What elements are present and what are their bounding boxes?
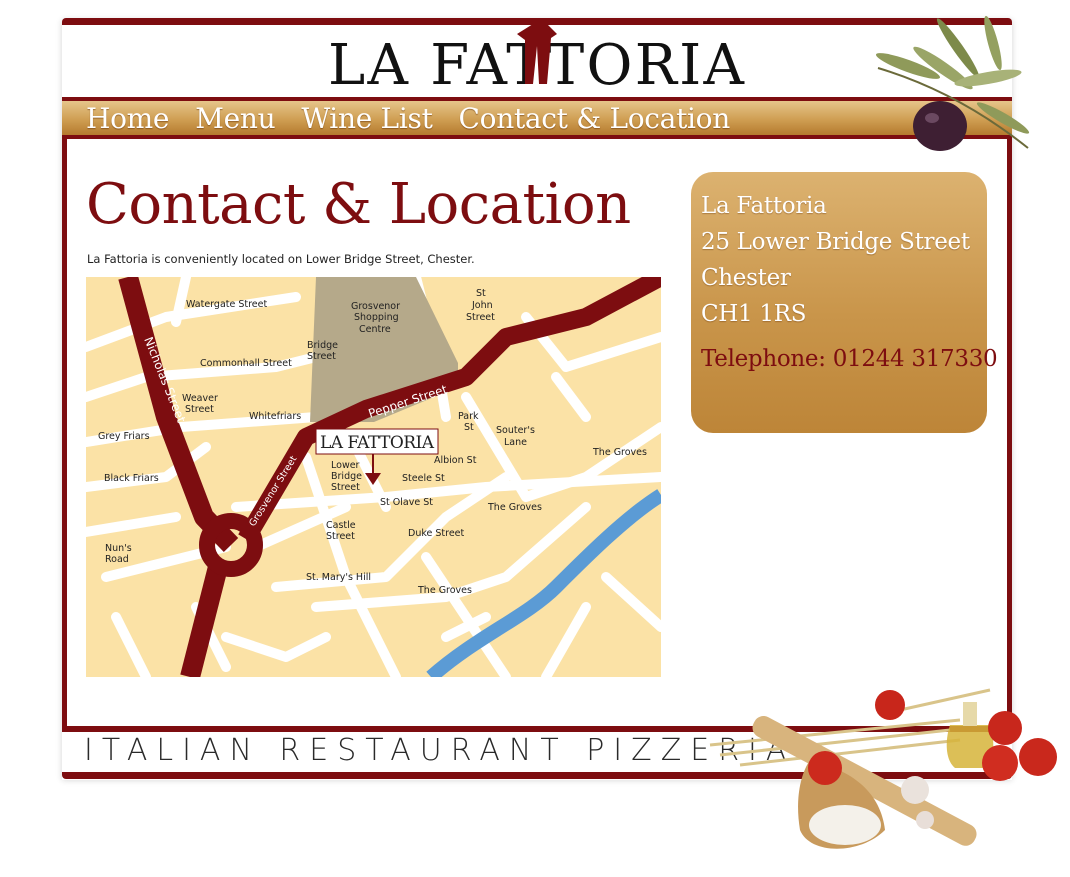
map-label-st-john-2: John — [471, 300, 493, 311]
garlic-icon — [901, 776, 929, 804]
address-city: Chester — [701, 265, 791, 291]
address-name: La Fattoria — [701, 193, 827, 219]
map-label-weaver-1: Weaver — [182, 393, 218, 404]
map-label-bridge-2: Street — [307, 351, 336, 362]
map-label-castle-2: Street — [326, 531, 355, 542]
address-postcode: CH1 1RS — [701, 301, 807, 327]
map-label-lower-bridge-2: Bridge — [331, 471, 362, 482]
map-label-lower-bridge-3: Street — [331, 482, 360, 493]
page-title: Contact & Location — [86, 172, 631, 237]
map-label-lower-bridge-1: Lower — [331, 460, 360, 471]
map-label-nuns-2: Road — [105, 554, 129, 565]
map-label-nuns-1: Nun's — [105, 543, 132, 554]
map-label-castle-1: Castle — [326, 520, 356, 531]
nav-home[interactable]: Home — [86, 102, 170, 135]
map-label-st-john-3: Street — [466, 312, 495, 323]
map-label-souters-2: Lane — [504, 437, 527, 448]
nav-contact-location[interactable]: Contact & Location — [459, 102, 731, 135]
map-label-st-olave: St Olave St — [380, 497, 433, 508]
map-label-albion: Albion St — [434, 455, 477, 466]
ingredients-icon — [709, 688, 1057, 849]
map-label-groves-1: The Groves — [592, 447, 647, 458]
map-label-groves-3: The Groves — [417, 585, 472, 596]
left-border — [62, 139, 67, 729]
map-label-bridge-1: Bridge — [307, 340, 338, 351]
map-label-whitefriars: Whitefriars — [249, 411, 301, 422]
nav-wine-list[interactable]: Wine List — [301, 102, 433, 135]
tagline: ITALIAN RESTAURANT PIZZERIA — [84, 733, 796, 768]
telephone[interactable]: Telephone: 01244 317330 — [701, 346, 998, 372]
map-label-weaver-2: Street — [185, 404, 214, 415]
logo[interactable]: LA FATTORIA — [328, 22, 748, 92]
map-label-grosvenor-sc-2: Shopping — [354, 312, 399, 323]
tomato-icon — [875, 690, 905, 720]
map-label-st-john-1: St — [476, 288, 486, 299]
nav-menu[interactable]: Menu — [195, 102, 275, 135]
map-label-park-1: Park — [458, 411, 479, 422]
map-label-watergate: Watergate Street — [186, 299, 267, 310]
map-label-commonhall: Commonhall Street — [200, 358, 292, 369]
map-label-souters-1: Souter's — [496, 425, 535, 436]
map-label-blackfriars: Black Friars — [104, 473, 159, 484]
map-label-duke: Duke Street — [408, 528, 465, 539]
map-label-park-2: St — [464, 422, 474, 433]
map-label-groves-2: The Groves — [487, 502, 542, 513]
map-label-grosvenor-sc-3: Centre — [359, 324, 391, 335]
olive-branch-icon — [875, 15, 1030, 151]
address-card: La Fattoria 25 Lower Bridge Street Chest… — [691, 172, 998, 433]
map-label-grosvenor-sc-1: Grosvenor — [351, 301, 400, 312]
map-label-greyfriars: Grey Friars — [98, 431, 150, 442]
map-label-steele: Steele St — [402, 473, 445, 484]
map-label-grosvenor-st: Grosvenor Street — [247, 454, 299, 529]
intro-text: La Fattoria is conveniently located on L… — [87, 252, 475, 266]
address-street: 25 Lower Bridge Street — [701, 229, 970, 255]
marker-logo-text: LA FATTORIA — [320, 433, 435, 453]
location-map[interactable]: Watergate Street Grosvenor Shopping Cent… — [86, 277, 661, 677]
right-border — [1007, 139, 1012, 729]
map-label-st-marys: St. Mary's Hill — [306, 572, 371, 583]
